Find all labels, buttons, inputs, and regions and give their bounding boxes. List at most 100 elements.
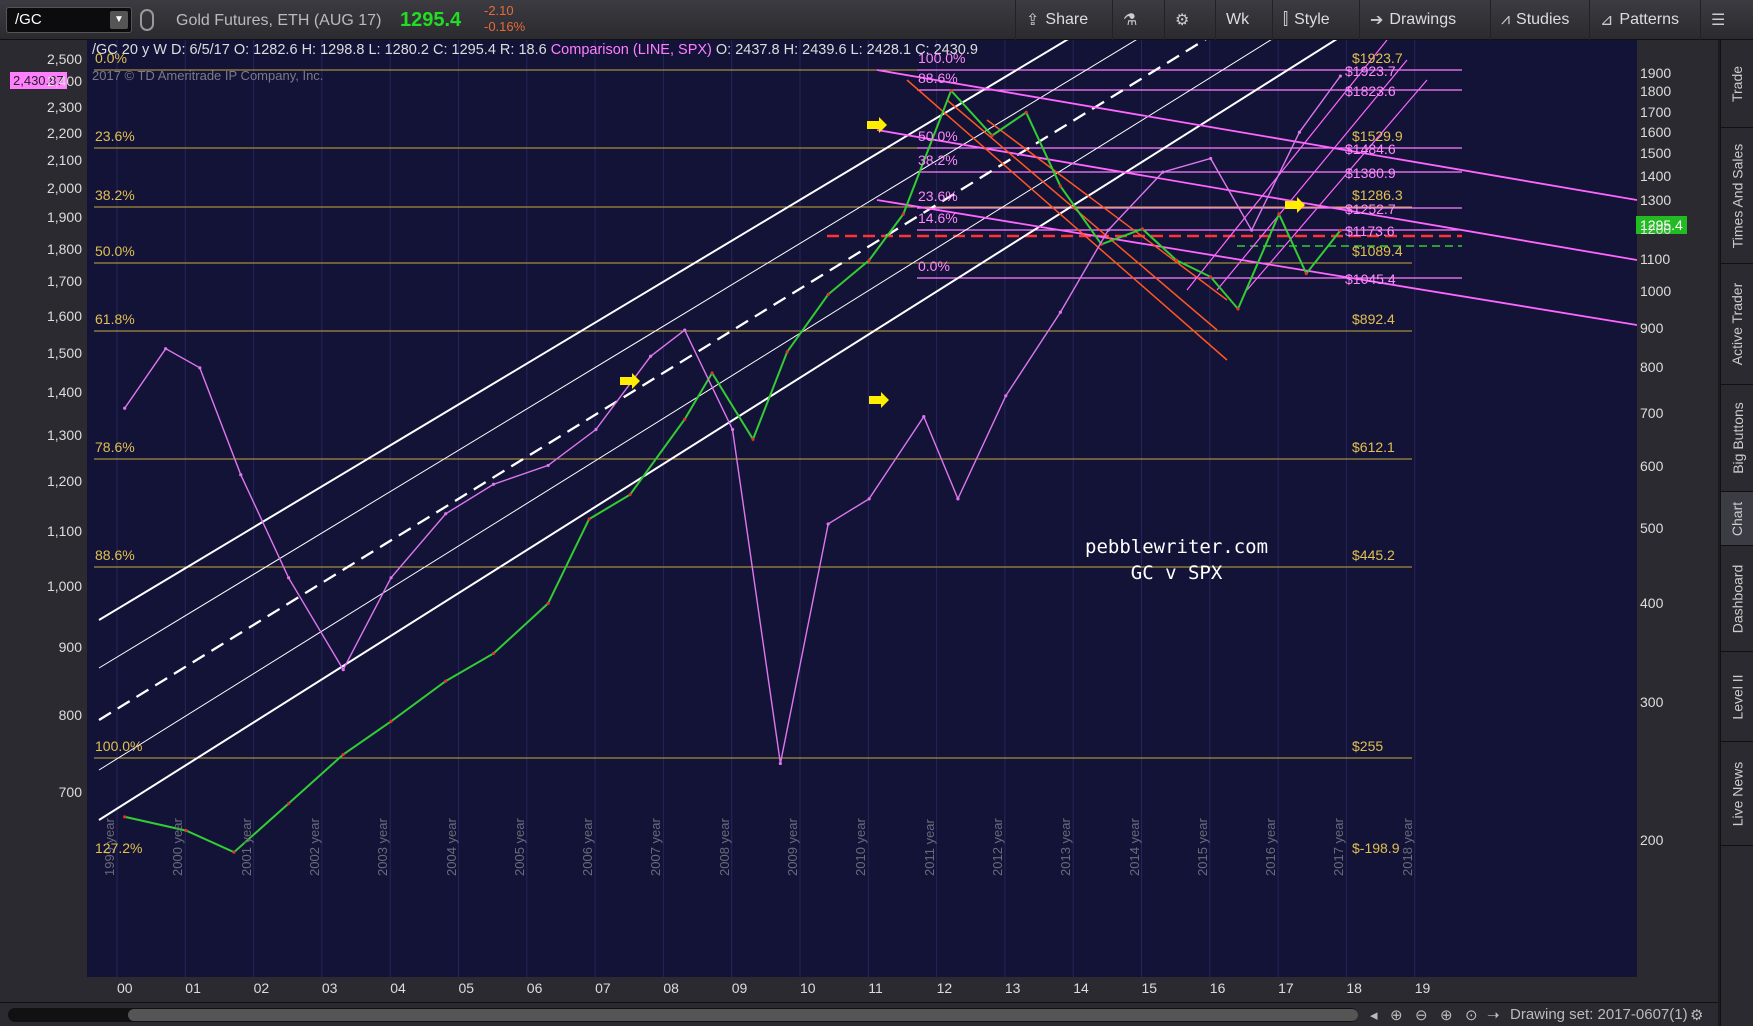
tab-big-buttons[interactable]: Big Buttons <box>1721 385 1753 492</box>
gc-data-point <box>123 815 127 819</box>
pink-fib-left-label: 14.6% <box>918 210 958 226</box>
share-button[interactable]: ⇪ Share <box>1015 0 1098 40</box>
zoom-out-icon[interactable]: ⊖ <box>1415 1006 1428 1024</box>
header-high: H: 1298.8 <box>301 42 365 58</box>
year-label: 2001 year <box>238 818 254 876</box>
gc-data-point <box>826 292 830 296</box>
style-button[interactable]: ⫿ Style <box>1272 0 1340 40</box>
change-percent: -0.16% <box>484 19 526 34</box>
spx-data-point <box>287 576 291 580</box>
spx-data-point <box>594 427 598 432</box>
right-axis-label: 600 <box>1640 458 1664 474</box>
gc-data-point <box>628 492 632 497</box>
gc-data-point <box>491 651 496 656</box>
zoom-icon[interactable]: ⊙ <box>1465 1006 1478 1024</box>
x-axis-label: 08 <box>663 980 679 996</box>
gc-data-point <box>1140 227 1144 231</box>
fib-right-label: $1089.4 <box>1352 243 1403 259</box>
comparison-label: Comparison (LINE, SPX) <box>550 42 712 58</box>
right-axis-label: 300 <box>1640 694 1664 710</box>
x-axis-label: 11 <box>868 980 883 996</box>
watermark-line1: pebblewriter.com <box>1085 536 1269 558</box>
gc-data-point <box>1024 110 1028 115</box>
x-axis-label: 13 <box>1004 980 1021 996</box>
horizontal-scrollbar[interactable] <box>8 1008 1358 1022</box>
tab-chart[interactable]: Chart <box>1721 492 1753 546</box>
gc-data-point <box>1174 258 1179 262</box>
zoom-in-icon[interactable]: ⊕ <box>1440 1006 1453 1024</box>
spx-data-point <box>867 497 871 501</box>
zoom-reset-icon[interactable]: ⊕ <box>1390 1006 1403 1024</box>
spx-data-point <box>778 761 782 766</box>
tab-dashboard[interactable]: Dashboard <box>1721 546 1753 652</box>
year-label: 2015 year <box>1194 818 1210 876</box>
patterns-button[interactable]: ⊿ Patterns <box>1589 0 1689 40</box>
tab-label: Big Buttons <box>1729 402 1746 474</box>
x-axis-label: 15 <box>1141 980 1158 996</box>
x-axis-label: 10 <box>800 980 816 996</box>
spx-data-point <box>1209 156 1213 161</box>
chart-header: /GC 20 y W D: 6/5/17 O: 1282.6 H: 1298.8… <box>92 42 978 58</box>
tab-active-trader[interactable]: Active Trader <box>1721 264 1753 385</box>
scroll-left-icon[interactable]: ◂ <box>1370 1006 1378 1024</box>
header-range: R: 18.6 <box>499 42 547 58</box>
arrow-icon[interactable]: ➝ <box>1487 1006 1500 1024</box>
left-axis-label: 2,400 <box>46 73 82 89</box>
settings-icon[interactable]: ⚙ <box>1690 1006 1703 1024</box>
tab-level-ii[interactable]: Level II <box>1721 652 1753 742</box>
gc-data-point <box>990 133 994 138</box>
right-axis-label: 400 <box>1640 595 1664 611</box>
spx-data-point <box>1106 228 1110 232</box>
year-label: 2013 year <box>1058 818 1074 876</box>
year-label: 2000 year <box>170 818 186 876</box>
left-axis-label: 700 <box>58 784 82 800</box>
pink-fib-left-label: 0.0% <box>918 258 950 274</box>
pink-fib-right-label: $1252.7 <box>1345 201 1396 217</box>
pink-fib-left-label: 100.0% <box>918 50 966 66</box>
left-axis-label: 1,500 <box>46 345 82 361</box>
chevron-down-icon[interactable]: ▼ <box>110 11 128 29</box>
fib-right-label: $-198.9 <box>1352 840 1400 856</box>
left-axis-label: 1,400 <box>46 384 82 400</box>
spx-data-point <box>730 427 735 432</box>
x-axis-label: 07 <box>595 980 611 996</box>
menu-button[interactable]: ☰ <box>1700 0 1735 40</box>
symbol-input[interactable]: /GC ▼ <box>6 7 132 33</box>
studies-label: Studies <box>1516 11 1570 28</box>
gc-data-point <box>389 719 393 723</box>
watermark: pebblewriter.com GC v SPX <box>1085 534 1268 586</box>
tab-times-and-sales[interactable]: Times And Sales <box>1721 128 1753 264</box>
fib-left-label: 88.6% <box>95 547 135 563</box>
spx-data-point <box>123 406 127 410</box>
left-axis-label: 1,900 <box>46 209 82 225</box>
status-bar: ◂ ⊕ ⊖ ⊕ ⊙ ➝ Drawing set: 2017-0607(1) ⚙ <box>0 1002 1718 1026</box>
drawings-button[interactable]: ➔ Drawings <box>1359 0 1466 40</box>
x-axis-label: 19 <box>1414 980 1431 996</box>
fib-right-label: $255 <box>1352 738 1384 754</box>
spx-data-point <box>444 512 448 516</box>
x-axis-label: 00 <box>117 980 133 996</box>
year-label: 2010 year <box>853 818 869 876</box>
spx-data-point <box>648 354 653 358</box>
pink-channel-line <box>876 129 1638 261</box>
flask-button[interactable]: ⚗ <box>1112 0 1147 40</box>
right-tabs: Trade Times And Sales Active Trader Big But… <box>1720 40 1753 1026</box>
studies-button[interactable]: ⩘ Studies <box>1490 0 1579 40</box>
fib-left-label: 0.0% <box>95 50 127 66</box>
left-axis-label: 1,300 <box>46 427 82 443</box>
tab-live-news[interactable]: Live News <box>1721 742 1753 846</box>
year-label: 2005 year <box>511 818 527 876</box>
tab-trade[interactable]: Trade <box>1721 40 1753 128</box>
spx-data-point <box>956 497 960 501</box>
gear-button[interactable]: ⚙ <box>1164 0 1199 40</box>
header-date: D: 6/5/17 <box>170 42 230 58</box>
period-button[interactable]: Wk <box>1215 0 1259 40</box>
scroll-thumb[interactable] <box>128 1009 1358 1021</box>
x-axis-label: 14 <box>1073 980 1089 996</box>
pink-fib-left-label: 88.6% <box>918 70 958 86</box>
left-axis-label: 800 <box>58 707 82 723</box>
fib-left-label: 78.6% <box>95 439 135 455</box>
link-icon[interactable] <box>140 9 154 31</box>
fib-right-label: $445.2 <box>1352 547 1395 563</box>
right-axis-label: 1200 <box>1640 221 1672 237</box>
